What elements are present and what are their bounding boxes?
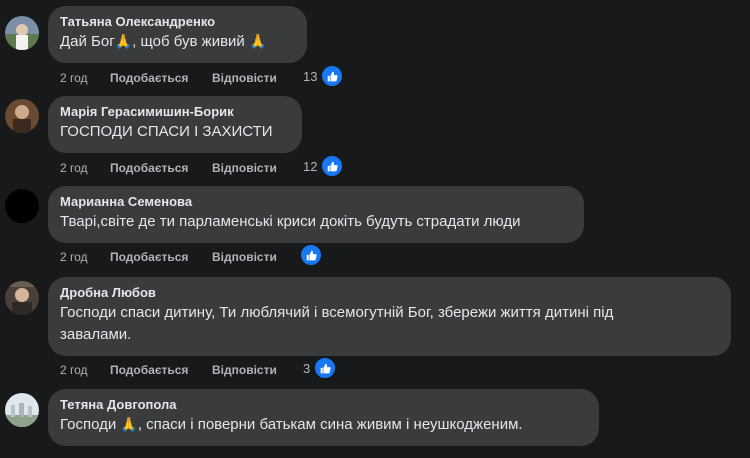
comment-timestamp[interactable]: 2 год xyxy=(60,250,110,264)
folded-hands-emoji: 🙏 xyxy=(248,33,267,49)
comment-timestamp[interactable]: 2 год xyxy=(60,363,110,377)
like-button[interactable]: Подобається xyxy=(110,250,212,264)
folded-hands-emoji: 🙏 xyxy=(120,416,138,432)
comment-text: Господи спаси дитину, Ти люблячий і всем… xyxy=(60,302,719,346)
comment-bubble: Марія Герасимишин-Борик ГОСПОДИ СПАСИ І … xyxy=(48,96,302,153)
comment-actions: 2 год Подобається Відповісти xyxy=(60,158,277,178)
reaction-summary[interactable]: 12 xyxy=(303,154,345,178)
comments-feed: Татьяна Олександренко Дай Бог🙏, щоб був … xyxy=(0,0,750,458)
avatar[interactable] xyxy=(5,189,39,223)
comment-text: ГОСПОДИ СПАСИ І ЗАХИСТИ xyxy=(60,123,273,140)
avatar[interactable] xyxy=(5,281,39,315)
folded-hands-emoji: 🙏 xyxy=(114,33,133,49)
comment-text: Дай Бог🙏, щоб був живий 🙏 xyxy=(60,31,295,53)
comment-text-part: , щоб був живий xyxy=(132,33,249,50)
comment-actions: 2 год Подобається Відповісти xyxy=(60,68,277,88)
like-button[interactable]: Подобається xyxy=(110,363,212,377)
reaction-count: 12 xyxy=(303,158,318,174)
comment-bubble: Татьяна Олександренко Дай Бог🙏, щоб був … xyxy=(48,6,307,63)
avatar[interactable] xyxy=(5,16,39,50)
avatar[interactable] xyxy=(5,393,39,427)
thumbs-up-icon xyxy=(320,154,345,178)
like-button[interactable]: Подобається xyxy=(110,71,212,85)
comment-bubble: Тетяна Довгопола Господи 🙏, спаси і пове… xyxy=(48,389,599,446)
comment-timestamp[interactable]: 2 год xyxy=(60,71,110,85)
comment-text-line: завалами. xyxy=(60,326,132,343)
reaction-count: 13 xyxy=(303,68,318,84)
comment-author[interactable]: Тетяна Довгопола xyxy=(60,396,587,414)
comment-text-part: Дай Бог xyxy=(60,33,115,50)
comment-actions: 2 год Подобається Відповісти xyxy=(60,247,277,267)
comment-bubble: Марианна Семенова Тварі,світе де ти парл… xyxy=(48,186,584,243)
comment-text: Господи 🙏, спаси і поверни батькам сина … xyxy=(60,414,587,436)
thumbs-up-icon xyxy=(299,243,323,267)
comment-author[interactable]: Марія Герасимишин-Борик xyxy=(60,103,290,121)
reply-button[interactable]: Відповісти xyxy=(212,363,277,377)
reply-button[interactable]: Відповісти xyxy=(212,161,277,175)
comment-text-part: , спаси і поверни батькам сина живим і н… xyxy=(137,416,523,433)
reaction-count: 3 xyxy=(303,360,311,376)
reply-button[interactable]: Відповісти xyxy=(212,71,277,85)
comment-text-part: Господи xyxy=(60,416,121,433)
comment-text: Тварі,світе де ти парламенські криси док… xyxy=(60,213,521,230)
reply-button[interactable]: Відповісти xyxy=(212,250,277,264)
comment-author[interactable]: Марианна Семенова xyxy=(60,193,572,211)
comment-actions: 2 год Подобається Відповісти xyxy=(60,360,277,380)
thumbs-up-icon xyxy=(320,64,345,88)
thumbs-up-icon xyxy=(313,356,338,380)
comment-bubble: Дробна Любов Господи спаси дитину, Ти лю… xyxy=(48,277,731,356)
comment-author[interactable]: Дробна Любов xyxy=(60,284,719,302)
comment-author[interactable]: Татьяна Олександренко xyxy=(60,13,295,31)
avatar[interactable] xyxy=(5,99,39,133)
reaction-summary[interactable]: 13 xyxy=(303,64,345,88)
like-button[interactable]: Подобається xyxy=(110,161,212,175)
comment-text-line: Господи спаси дитину, Ти люблячий і всем… xyxy=(60,304,614,321)
comment-timestamp[interactable]: 2 год xyxy=(60,161,110,175)
reaction-summary[interactable] xyxy=(299,243,323,267)
reaction-summary[interactable]: 3 xyxy=(303,356,338,380)
